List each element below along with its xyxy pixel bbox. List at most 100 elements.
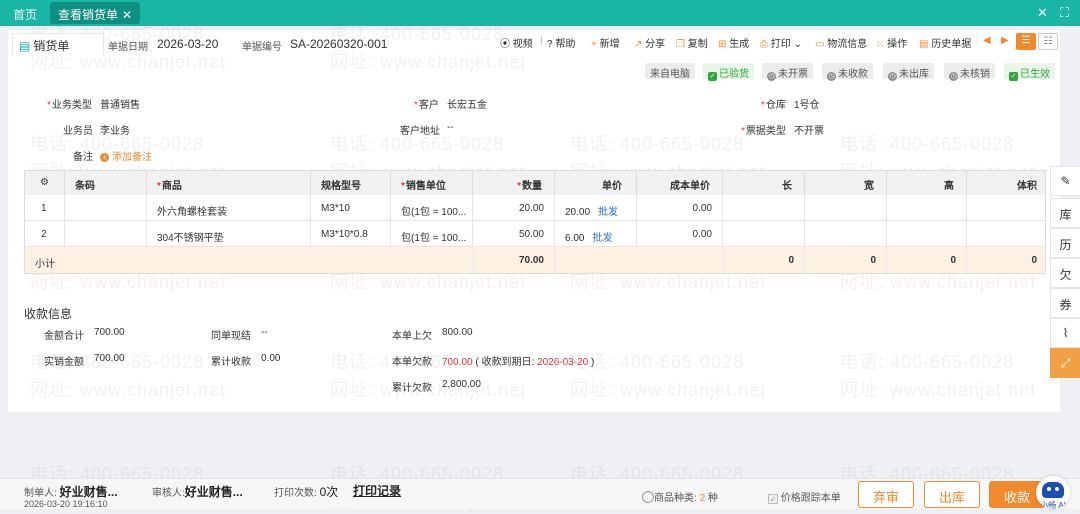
invoice-type-value: 不开票 bbox=[794, 126, 824, 137]
tab-label: 查看销货单 bbox=[58, 8, 119, 22]
subtotal-label: 小计 bbox=[35, 259, 55, 270]
close-icon[interactable]: ✕ bbox=[1037, 5, 1048, 21]
add-button[interactable]: + 新增 bbox=[591, 35, 620, 50]
copy-button[interactable]: ❐ 复制 bbox=[676, 35, 708, 50]
toolbar-divider: | bbox=[540, 35, 543, 46]
top-bar: 首页 查看销货单 ✕ ✕ ⛶ bbox=[0, 0, 1080, 26]
cell-barcode bbox=[65, 221, 147, 247]
clock-icon: ◷ bbox=[949, 72, 958, 81]
address-value: -- bbox=[447, 122, 454, 133]
truck-icon: ▭ bbox=[815, 39, 825, 50]
side-attachment-icon[interactable]: ⌇ bbox=[1050, 318, 1080, 348]
prev-doc-icon[interactable]: ◀ bbox=[983, 35, 991, 46]
price-track-checkbox[interactable]: ✓ 价格跟踪本单 bbox=[768, 489, 841, 504]
printer-icon: ⎙ bbox=[760, 39, 768, 50]
prev-debt-label: 本单上欠 bbox=[392, 331, 432, 342]
history-icon: ▤ bbox=[919, 39, 929, 50]
status-badge-receive: ◷ 未收款 bbox=[822, 63, 873, 81]
generate-button[interactable]: ⊞ 生成 bbox=[718, 35, 749, 50]
cell-cost: 0.00 bbox=[637, 221, 723, 247]
history-button[interactable]: ▤ 历史单据 bbox=[919, 35, 971, 50]
share-button[interactable]: ↗ 分享 bbox=[634, 35, 665, 50]
detail-view-icon[interactable]: ☷ bbox=[1038, 33, 1058, 50]
print-button[interactable]: ⎙ 打印 ⌄ bbox=[760, 35, 802, 50]
close-tab-icon[interactable]: ✕ bbox=[122, 8, 132, 22]
status-badge-outbound: ◷ 未出库 bbox=[883, 63, 934, 81]
doc-title-tab: ▤ 销货单 bbox=[12, 33, 104, 55]
customer-value: 长宏五金 bbox=[447, 100, 487, 111]
owe-value: 700.00 ( 收款到期日: 2026-03-20 ) bbox=[442, 357, 595, 368]
header-cost: 成本单价 bbox=[637, 171, 723, 195]
maker: 制单人: 好业财售... bbox=[24, 485, 118, 499]
video-button[interactable]: ⦿ 视频 bbox=[500, 35, 533, 50]
tab-home[interactable]: 首页 bbox=[13, 6, 37, 23]
header-height: 高 bbox=[887, 171, 967, 195]
side-coupon-icon[interactable]: 券 bbox=[1050, 288, 1080, 318]
help-icon: ? bbox=[547, 39, 553, 50]
add-note-button[interactable]: + 添加备注 bbox=[100, 148, 152, 163]
accum-debt-label: 累计欠款 bbox=[392, 383, 432, 394]
side-expand-icon[interactable]: ⤢ bbox=[1050, 348, 1080, 378]
next-doc-icon[interactable]: ▶ bbox=[1001, 35, 1009, 46]
status-badge-effective: ✓ 已生效 bbox=[1004, 63, 1055, 81]
cell-height bbox=[887, 195, 967, 221]
logistics-button[interactable]: ▭ 物流信息 bbox=[815, 35, 867, 50]
total-value: 700.00 bbox=[94, 327, 125, 338]
checkbox-icon: ✓ bbox=[768, 494, 778, 504]
cell-barcode bbox=[65, 195, 147, 221]
items-table: ⚙ 条码 *商品 规格型号 *销售单位 *数量 单价 成本单价 长 宽 高 体积… bbox=[24, 170, 1046, 274]
row-index: 1 bbox=[25, 195, 65, 221]
doc-no-value: SA-20260320-001 bbox=[290, 37, 388, 51]
side-stock-icon[interactable]: 库 bbox=[1050, 198, 1080, 228]
subtotal-row: 小计 70.00 0 0 0 0 bbox=[25, 247, 1045, 273]
side-history-icon[interactable]: 历 bbox=[1050, 228, 1080, 258]
header-product: *商品 bbox=[147, 171, 311, 195]
header-length: 长 bbox=[723, 171, 805, 195]
row-index: 2 bbox=[25, 221, 65, 247]
document-icon: ▤ bbox=[19, 39, 31, 53]
doc-no-label: 单据编号 bbox=[242, 42, 282, 53]
note-label: 备注 bbox=[73, 152, 93, 163]
fullscreen-icon[interactable]: ⛶ bbox=[1060, 5, 1069, 21]
accum-debt-value: 2,800.00 bbox=[442, 379, 481, 390]
ai-assistant-icon[interactable]: 小畅 AI bbox=[1036, 476, 1070, 509]
cell-height bbox=[887, 221, 967, 247]
side-note-icon[interactable]: ✎ bbox=[1050, 166, 1080, 196]
list-view-icon[interactable]: ☰ bbox=[1016, 33, 1036, 50]
header-spec: 规格型号 bbox=[311, 171, 391, 195]
operations-button[interactable]: ⁙ 操作 bbox=[876, 35, 907, 50]
cell-product: 304不锈钢平垫 bbox=[147, 221, 311, 247]
cell-length bbox=[723, 221, 805, 247]
header-qty: *数量 bbox=[473, 171, 555, 195]
cell-width bbox=[805, 195, 887, 221]
plus-icon: + bbox=[100, 153, 109, 162]
side-debt-icon[interactable]: 欠 bbox=[1050, 258, 1080, 288]
subtotal-qty: 70.00 bbox=[473, 247, 555, 273]
salesman-value: 李业务 bbox=[100, 126, 130, 137]
clock-icon: ◷ bbox=[767, 72, 776, 81]
grid-icon: ⁙ bbox=[876, 39, 885, 50]
abandon-button[interactable]: 弃审 bbox=[858, 481, 914, 508]
price-type-link[interactable]: 批发 bbox=[592, 233, 612, 244]
help-button[interactable]: ? 帮助 bbox=[547, 35, 575, 50]
outbound-button[interactable]: 出库 bbox=[924, 481, 980, 508]
salesman-label: 业务员 bbox=[63, 126, 93, 137]
cash-value: -- bbox=[261, 327, 268, 338]
tab-view-sales-order[interactable]: 查看销货单 ✕ bbox=[50, 2, 141, 24]
cell-qty: 50.00 bbox=[473, 221, 555, 247]
header-width: 宽 bbox=[805, 171, 887, 195]
header-volume: 体积 bbox=[967, 171, 1045, 195]
invoice-type-label: *票据类型 bbox=[741, 126, 786, 137]
column-settings-icon[interactable]: ⚙ bbox=[25, 171, 65, 195]
address-label: 客户地址 bbox=[400, 126, 440, 137]
subtotal-volume: 0 bbox=[1031, 255, 1037, 266]
cell-cost: 0.00 bbox=[637, 195, 723, 221]
price-type-link[interactable]: 批发 bbox=[598, 207, 618, 218]
cell-volume bbox=[967, 195, 1045, 221]
cell-price: 20.00 批发 bbox=[555, 195, 637, 221]
video-icon: ⦿ bbox=[500, 39, 510, 50]
clock-icon: ◷ bbox=[827, 72, 836, 81]
status-badge-verify: ◷ 未核销 bbox=[944, 63, 995, 81]
print-record-link[interactable]: 打印记录 bbox=[353, 482, 401, 499]
cell-spec: M3*10 bbox=[311, 195, 391, 221]
